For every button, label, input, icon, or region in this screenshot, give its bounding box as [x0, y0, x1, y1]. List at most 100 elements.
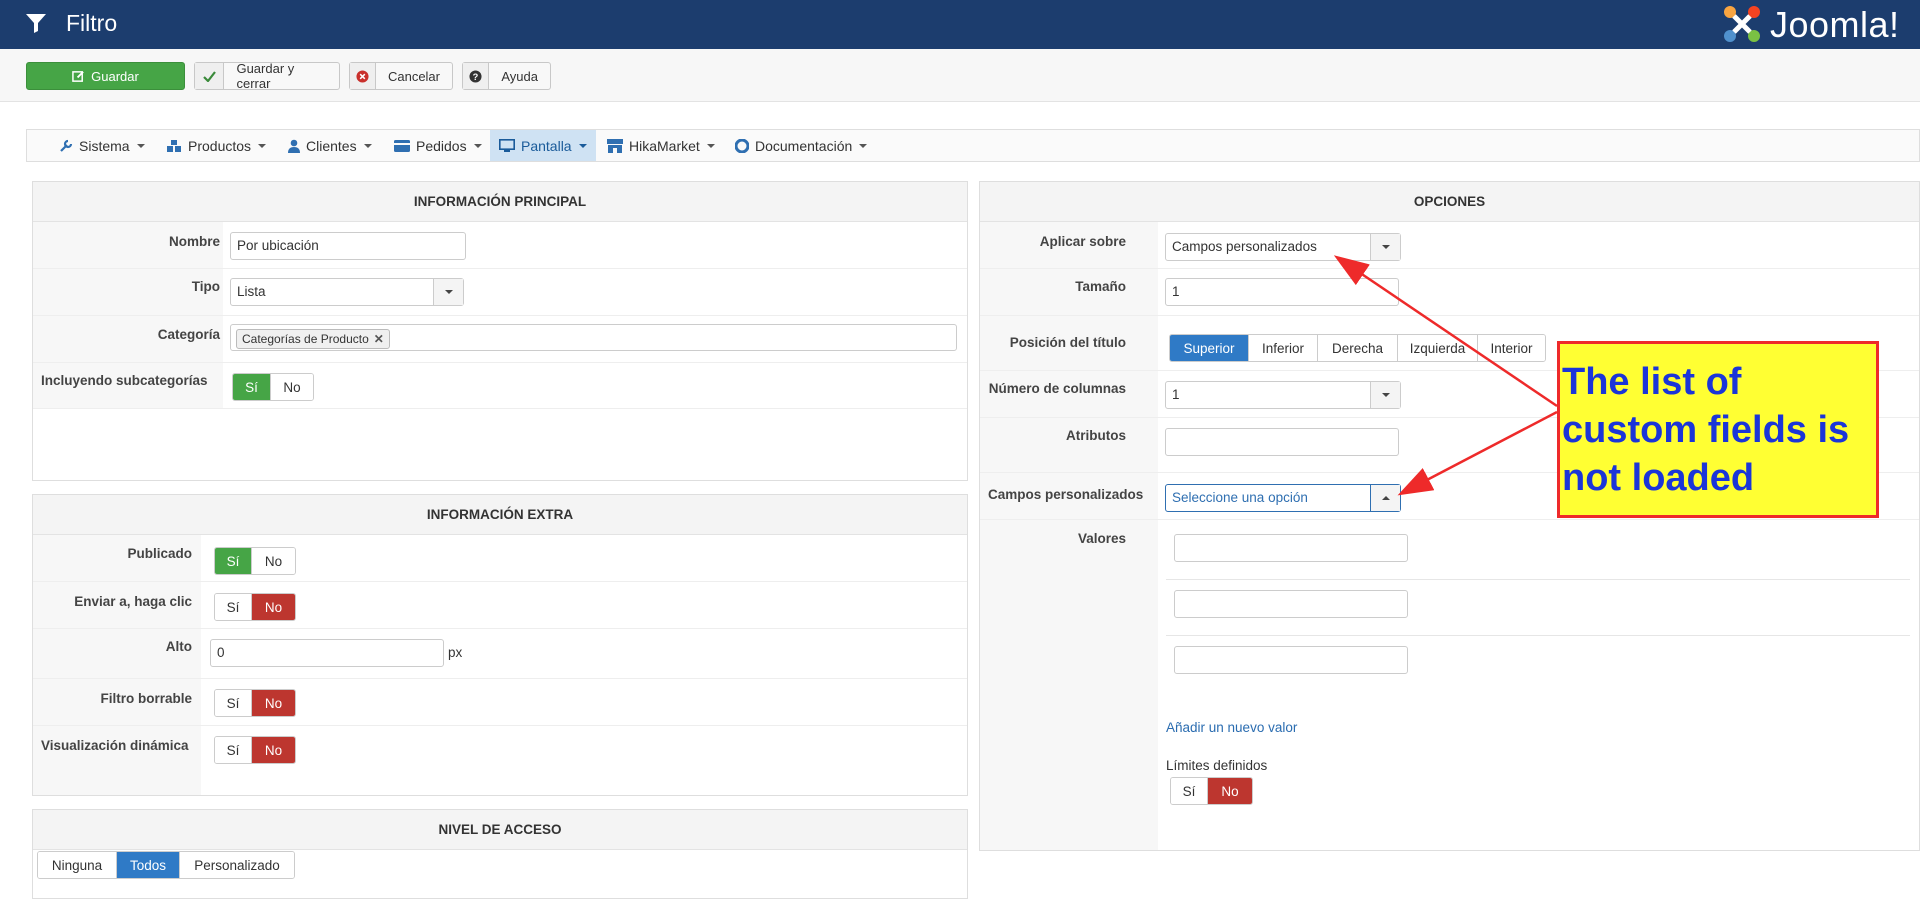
subcategories-no[interactable]: No — [271, 374, 313, 400]
value-item — [1166, 524, 1910, 580]
menu-pantalla-label: Pantalla — [521, 137, 572, 154]
dynamic-row: Visualización dinámica Sí No — [33, 726, 967, 773]
category-tag-label: Categorías de Producto — [242, 332, 369, 346]
menu-clientes[interactable]: Clientes — [288, 130, 372, 161]
name-input[interactable]: Por ubicación — [230, 232, 466, 260]
menu-pantalla[interactable]: Pantalla — [490, 130, 596, 161]
size-input[interactable]: 1 — [1165, 278, 1399, 306]
subcategories-row: Incluyendo subcategorías Sí No — [33, 363, 967, 409]
height-input[interactable]: 0 — [210, 639, 444, 667]
joomla-logo-icon — [1724, 6, 1760, 42]
value-input-1[interactable] — [1174, 534, 1408, 562]
chevron-down-icon — [1370, 382, 1400, 408]
dynamic-no[interactable]: No — [252, 737, 295, 763]
title-pos-inferior[interactable]: Inferior — [1249, 335, 1318, 361]
limits-yes[interactable]: Sí — [1171, 778, 1208, 804]
question-icon: ? — [469, 69, 482, 83]
main-info-heading: INFORMACIÓN PRINCIPAL — [33, 182, 967, 222]
subcategories-label: Incluyendo subcategorías — [41, 373, 208, 388]
access-panel: NIVEL DE ACCESO Ninguna Todos Personaliz… — [32, 809, 968, 899]
value-input-3[interactable] — [1174, 646, 1408, 674]
published-no[interactable]: No — [252, 548, 295, 574]
title-pos-izquierda[interactable]: Izquierda — [1398, 335, 1478, 361]
cancel-icon — [356, 69, 369, 83]
dynamic-yes[interactable]: Sí — [215, 737, 252, 763]
value-input-2[interactable] — [1174, 590, 1408, 618]
svg-text:?: ? — [473, 72, 479, 82]
subcategories-yes[interactable]: Sí — [233, 374, 271, 400]
access-option-personalizado[interactable]: Personalizado — [180, 852, 294, 878]
title-pos-superior[interactable]: Superior — [1170, 335, 1249, 361]
menu-documentacion-label: Documentación — [755, 137, 853, 154]
send-click-no[interactable]: No — [252, 594, 295, 620]
wrench-icon — [60, 139, 73, 152]
published-yes[interactable]: Sí — [215, 548, 252, 574]
custom-fields-select[interactable]: Seleccione una opción — [1165, 484, 1401, 512]
add-value-link[interactable]: Añadir un nuevo valor — [1166, 720, 1297, 735]
joomla-logo: Joomla! — [1720, 2, 1916, 46]
menu-productos-label: Productos — [188, 137, 252, 154]
store-icon — [607, 138, 623, 153]
check-icon — [202, 70, 216, 82]
clearable-yes[interactable]: Sí — [215, 690, 252, 716]
height-row: Alto 0 px — [33, 629, 967, 679]
cancel-label: Cancelar — [387, 68, 440, 84]
limits-label: Límites definidos — [1166, 758, 1268, 773]
menu-sistema[interactable]: Sistema — [59, 130, 145, 161]
options-heading: OPCIONES — [980, 182, 1919, 222]
credit-card-icon — [394, 139, 410, 152]
custom-fields-placeholder: Seleccione una opción — [1172, 490, 1308, 505]
toolbar: Guardar Guardar y cerrar Cancelar ? Ayud… — [0, 49, 1920, 102]
size-label: Tamaño — [1075, 279, 1126, 294]
chevron-up-icon — [1370, 485, 1400, 511]
help-label: Ayuda — [501, 68, 538, 84]
limits-toggle[interactable]: Sí No — [1170, 777, 1253, 805]
save-button[interactable]: Guardar — [26, 62, 185, 90]
access-option-ninguna[interactable]: Ninguna — [38, 852, 117, 878]
menu-sistema-label: Sistema — [79, 137, 130, 154]
title-pos-interior[interactable]: Interior — [1478, 335, 1545, 361]
save-close-label: Guardar y cerrar — [236, 61, 295, 91]
menu-hikamarket[interactable]: HikaMarket — [607, 130, 715, 161]
top-header: Filtro Joomla! — [0, 0, 1920, 49]
save-close-button[interactable]: Guardar y cerrar — [194, 61, 340, 91]
save-button-label: Guardar — [91, 68, 139, 84]
category-label: Categoría — [157, 327, 220, 342]
access-heading: NIVEL DE ACCESO — [33, 810, 967, 850]
send-click-label: Enviar a, haga clic — [74, 594, 192, 609]
remove-tag-icon[interactable]: ✕ — [374, 332, 384, 346]
send-click-toggle[interactable]: Sí No — [214, 593, 296, 621]
apply-select-value: Campos personalizados — [1172, 239, 1317, 254]
access-level-group[interactable]: Ninguna Todos Personalizado — [37, 851, 295, 879]
cancel-button[interactable]: Cancelar — [349, 62, 453, 90]
title-pos-derecha[interactable]: Derecha — [1318, 335, 1398, 361]
published-toggle[interactable]: Sí No — [214, 547, 296, 575]
joomla-wordmark: Joomla! — [1770, 4, 1900, 45]
help-button[interactable]: ? Ayuda — [462, 62, 551, 90]
hikashop-menu: Sistema Productos Clientes Pedidos Panta… — [26, 129, 1920, 162]
attributes-input[interactable] — [1165, 428, 1399, 456]
apply-label: Aplicar sobre — [1039, 234, 1126, 249]
type-row: Tipo Lista — [33, 269, 967, 316]
menu-pedidos-label: Pedidos — [416, 137, 467, 154]
clearable-no[interactable]: No — [252, 690, 295, 716]
menu-productos[interactable]: Productos — [166, 130, 267, 161]
menu-pedidos[interactable]: Pedidos — [394, 130, 482, 161]
limits-no[interactable]: No — [1208, 778, 1252, 804]
clearable-row: Filtro borrable Sí No — [33, 679, 967, 726]
access-option-todos[interactable]: Todos — [117, 852, 180, 878]
title-position-group[interactable]: Superior Inferior Derecha Izquierda Inte… — [1169, 334, 1546, 362]
type-select[interactable]: Lista — [230, 278, 464, 306]
columns-select[interactable]: 1 — [1165, 381, 1401, 409]
send-click-yes[interactable]: Sí — [215, 594, 252, 620]
lifebuoy-icon — [735, 138, 749, 153]
name-label: Nombre — [168, 234, 220, 249]
subcategories-toggle[interactable]: Sí No — [232, 373, 314, 401]
dynamic-toggle[interactable]: Sí No — [214, 736, 296, 764]
menu-documentacion[interactable]: Documentación — [735, 130, 868, 161]
clearable-toggle[interactable]: Sí No — [214, 689, 296, 717]
size-row: Tamaño 1 — [980, 269, 1919, 316]
value-item — [1166, 580, 1910, 636]
apply-select[interactable]: Campos personalizados — [1165, 233, 1401, 261]
chevron-down-icon — [433, 279, 463, 305]
